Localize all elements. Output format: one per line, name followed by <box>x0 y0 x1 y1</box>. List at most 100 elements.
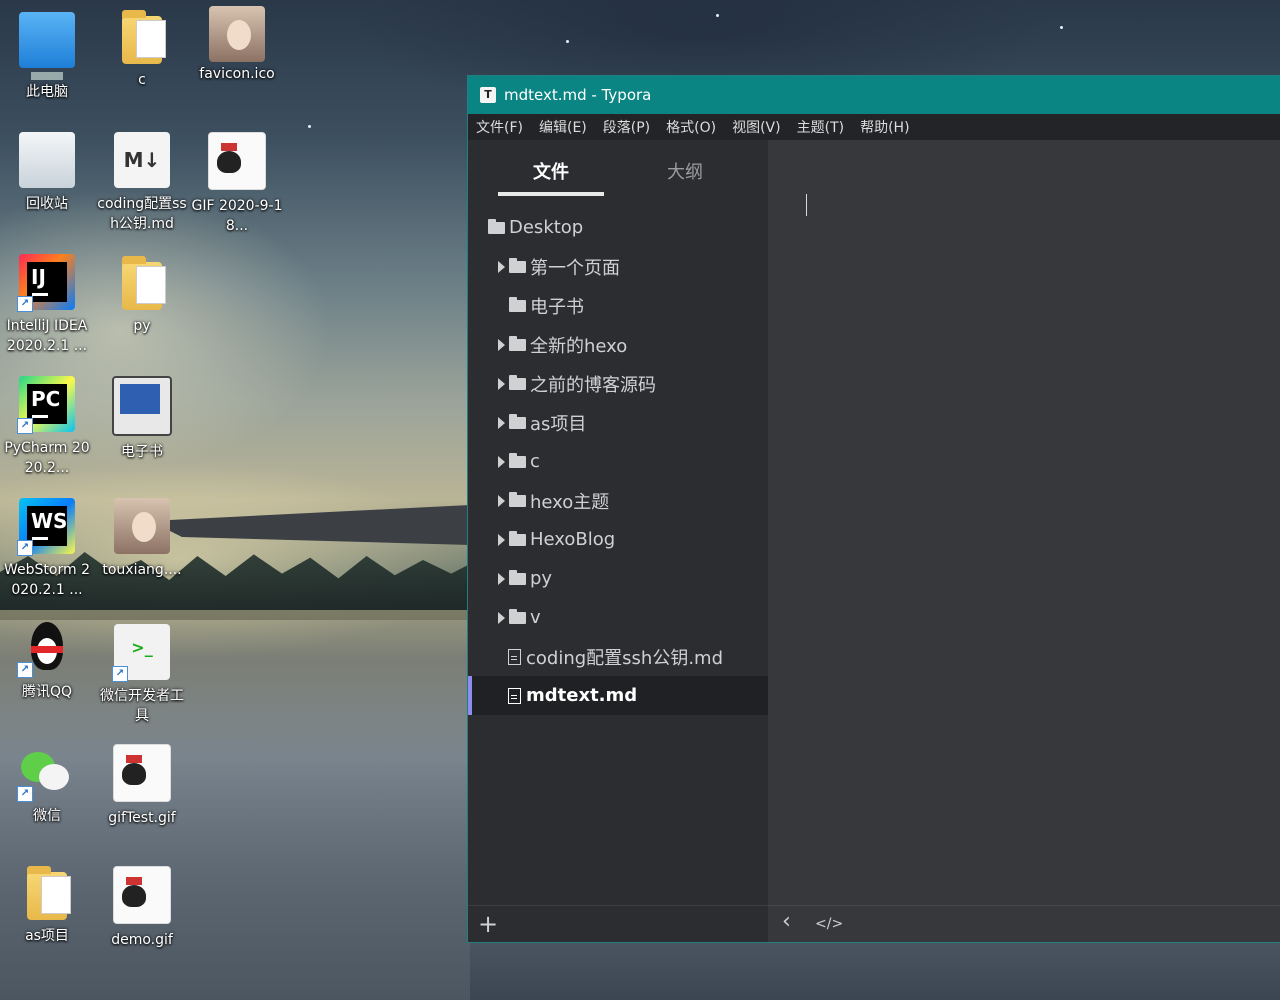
desktop-icon-recycle-bin[interactable]: 回收站 <box>1 132 93 214</box>
desktop-icon-as-project[interactable]: as项目 <box>1 866 93 946</box>
editor-pane[interactable]: ‹ </> <box>768 140 1280 942</box>
tree-item-folder[interactable]: 之前的博客源码 <box>468 364 768 403</box>
desktop-icon-favicon[interactable]: favicon.ico <box>191 6 283 84</box>
shortcut-arrow-icon: ↗ <box>17 786 33 802</box>
desktop-icon-ebook[interactable]: 电子书 <box>96 376 188 462</box>
desktop-icon-pycharm[interactable]: PC ↗ PyCharm 2020.2... <box>1 376 93 478</box>
desktop-icon-folder-py[interactable]: py <box>96 256 188 336</box>
expand-caret-icon[interactable] <box>498 377 505 390</box>
desktop-icon-qq[interactable]: ↗ 腾讯QQ <box>1 620 93 702</box>
tree-item-folder[interactable]: as项目 <box>468 403 768 442</box>
desktop-icon-webstorm[interactable]: WS ↗ WebStorm 2020.2.1 ... <box>1 498 93 600</box>
desktop-icon-label: 此电脑 <box>26 84 68 100</box>
gif-file-icon <box>113 866 171 924</box>
sidebar-footer: + <box>468 905 768 942</box>
desktop-icon-folder-c[interactable]: c <box>96 10 188 90</box>
desktop-icon-giftest[interactable]: gifTest.gif <box>96 744 188 828</box>
background-star <box>716 14 719 17</box>
text-cursor <box>806 194 807 216</box>
qq-penguin-icon: ↗ <box>17 620 75 678</box>
image-thumbnail-icon <box>114 498 170 554</box>
tree-item-folder[interactable]: hexo主题 <box>468 481 768 520</box>
folder-icon <box>509 569 526 585</box>
menu-bar: 文件(F) 编辑(E) 段落(P) 格式(O) 视图(V) 主题(T) 帮助(H… <box>468 114 1280 140</box>
ebook-reader-icon <box>112 376 172 436</box>
shortcut-arrow-icon: ↗ <box>17 418 33 434</box>
menu-file[interactable]: 文件(F) <box>476 117 523 137</box>
background-star <box>1060 26 1063 29</box>
folder-icon <box>509 491 526 507</box>
tree-root-desktop[interactable]: Desktop <box>468 208 768 247</box>
desktop-icon-label: GIF 2020-9-18... <box>191 198 283 234</box>
file-sidebar: 文件 大纲 Desktop 第一个页面 电子书 全新的hexo 之前的博客源码 … <box>468 140 768 942</box>
expand-caret-icon[interactable] <box>498 416 505 429</box>
markdown-file-icon: M↓ <box>114 132 170 188</box>
source-code-mode-button[interactable]: </> <box>815 916 843 932</box>
tab-outline[interactable]: 大纲 <box>667 158 703 184</box>
computer-icon <box>19 12 75 80</box>
desktop-icon-touxiang[interactable]: touxiang.... <box>96 498 188 580</box>
desktop-icon-label: 腾讯QQ <box>21 684 73 700</box>
toggle-sidebar-button[interactable]: ‹ <box>782 909 791 934</box>
tree-item-folder[interactable]: 电子书 <box>468 286 768 325</box>
expand-caret-icon[interactable] <box>498 260 505 273</box>
webstorm-icon: WS ↗ <box>17 498 75 556</box>
folder-icon <box>27 866 71 920</box>
shortcut-arrow-icon: ↗ <box>17 662 33 678</box>
desktop-icon-label: 电子书 <box>121 444 163 460</box>
folder-icon <box>509 374 526 390</box>
window-title: mdtext.md - Typora <box>504 86 652 104</box>
desktop-icon-label: gifTest.gif <box>108 810 176 826</box>
desktop-icon-label: as项目 <box>25 928 69 944</box>
expand-caret-icon[interactable] <box>498 572 505 585</box>
desktop-icon-intellij[interactable]: IJ ↗ IntelliJ IDEA 2020.2.1 ... <box>1 254 93 356</box>
document-icon <box>508 648 521 665</box>
expand-caret-icon[interactable] <box>498 494 505 507</box>
desktop-icon-label: c <box>138 72 146 88</box>
desktop-icon-label: py <box>133 318 151 334</box>
desktop-icon-label: 回收站 <box>26 196 68 212</box>
desktop-icon-wechat-devtools[interactable]: >_ ↗ 微信开发者工具 <box>96 624 188 726</box>
expand-caret-icon[interactable] <box>498 455 505 468</box>
desktop-icon-label: 微信 <box>33 808 61 824</box>
tree-item-folder[interactable]: 第一个页面 <box>468 247 768 286</box>
window-titlebar[interactable]: T mdtext.md - Typora <box>468 76 1280 114</box>
menu-help[interactable]: 帮助(H) <box>860 117 909 137</box>
document-icon <box>508 687 521 704</box>
tree-item-folder[interactable]: 全新的hexo <box>468 325 768 364</box>
tree-item-file-selected[interactable]: mdtext.md <box>468 676 768 715</box>
menu-paragraph[interactable]: 段落(P) <box>603 117 650 137</box>
menu-view[interactable]: 视图(V) <box>732 117 781 137</box>
tree-item-folder[interactable]: v <box>468 598 768 637</box>
desktop-icon-label: demo.gif <box>111 932 173 948</box>
expand-caret-icon[interactable] <box>498 611 505 624</box>
desktop-icon-coding-md[interactable]: M↓ coding配置ssh公钥.md <box>96 132 188 234</box>
file-tree: Desktop 第一个页面 电子书 全新的hexo 之前的博客源码 as项目 c… <box>468 208 768 715</box>
gif-file-icon <box>208 132 266 190</box>
add-file-button[interactable]: + <box>478 910 498 938</box>
desktop-icon-this-pc[interactable]: 此电脑 <box>1 12 93 102</box>
tree-item-folder[interactable]: c <box>468 442 768 481</box>
desktop-icon-label: touxiang.... <box>102 562 182 578</box>
pycharm-icon: PC ↗ <box>17 376 75 434</box>
tree-item-folder[interactable]: py <box>468 559 768 598</box>
menu-theme[interactable]: 主题(T) <box>797 117 844 137</box>
wechat-devtools-icon: >_ ↗ <box>112 624 170 682</box>
recycle-bin-icon <box>19 132 75 188</box>
tree-item-folder[interactable]: HexoBlog <box>468 520 768 559</box>
tree-item-file[interactable]: coding配置ssh公钥.md <box>468 637 768 676</box>
background-airplane-wing <box>150 505 470 545</box>
menu-format[interactable]: 格式(O) <box>666 117 716 137</box>
menu-edit[interactable]: 编辑(E) <box>539 117 587 137</box>
tab-files[interactable]: 文件 <box>533 158 569 184</box>
folder-icon <box>509 296 526 312</box>
desktop-icon-wechat[interactable]: ↗ 微信 <box>1 744 93 826</box>
editor-footer: ‹ </> <box>768 905 1280 942</box>
folder-icon <box>509 257 526 273</box>
expand-caret-icon[interactable] <box>498 533 505 546</box>
expand-caret-icon[interactable] <box>498 338 505 351</box>
desktop-icon-gif-recording[interactable]: GIF 2020-9-18... <box>191 132 283 236</box>
active-tab-indicator <box>498 192 604 196</box>
desktop-icon-demo-gif[interactable]: demo.gif <box>96 866 188 950</box>
folder-icon <box>509 608 526 624</box>
